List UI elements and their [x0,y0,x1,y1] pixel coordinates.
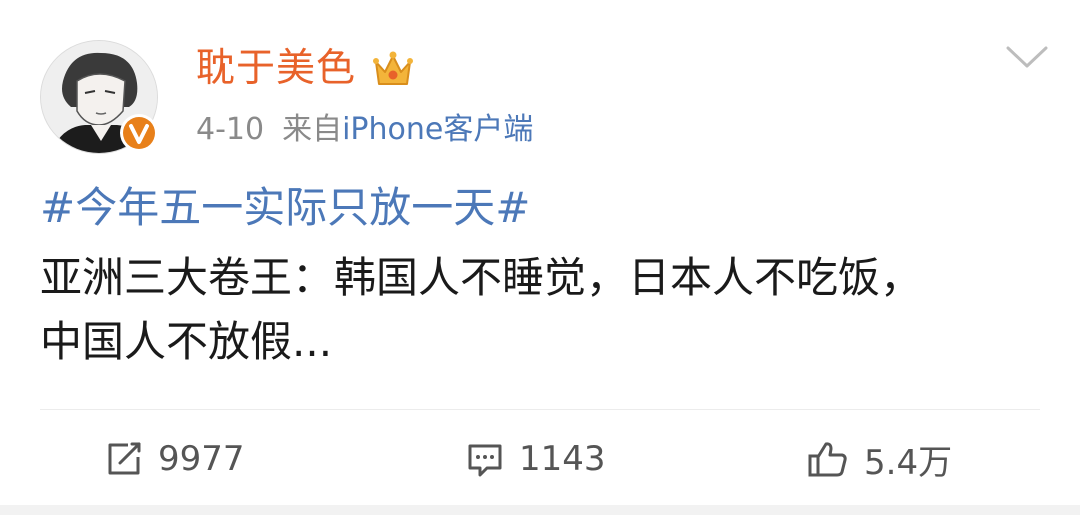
thumbs-up-icon [808,442,847,477]
source-prefix: 来自 [282,112,343,147]
repost-icon [108,442,141,475]
post-text: 亚洲三大卷王：韩国人不睡觉，日本人不吃饭，中国人不放假... [40,253,923,366]
repost-button[interactable]: 9977 [104,436,245,482]
verified-v-icon [118,112,160,154]
chevron-down-icon[interactable] [1004,42,1050,72]
repost-count: 9977 [158,439,245,479]
source-link[interactable]: iPhone客户端 [342,112,533,147]
comment-button[interactable]: 1143 [465,436,606,482]
like-count: 5.4万 [864,442,953,483]
hashtag-link[interactable]: #今年五一实际只放一天# [40,180,530,236]
crown-icon[interactable] [370,48,416,92]
post-meta: 4-10 来自iPhone客户端 [196,110,533,150]
like-button[interactable]: 5.4万 [806,436,953,483]
comment-icon [468,444,502,477]
comment-count: 1143 [519,439,606,479]
bottom-separator [0,505,1080,515]
divider [40,409,1040,410]
username[interactable]: 耽于美色 [196,44,356,94]
post-date: 4-10 [196,112,265,147]
